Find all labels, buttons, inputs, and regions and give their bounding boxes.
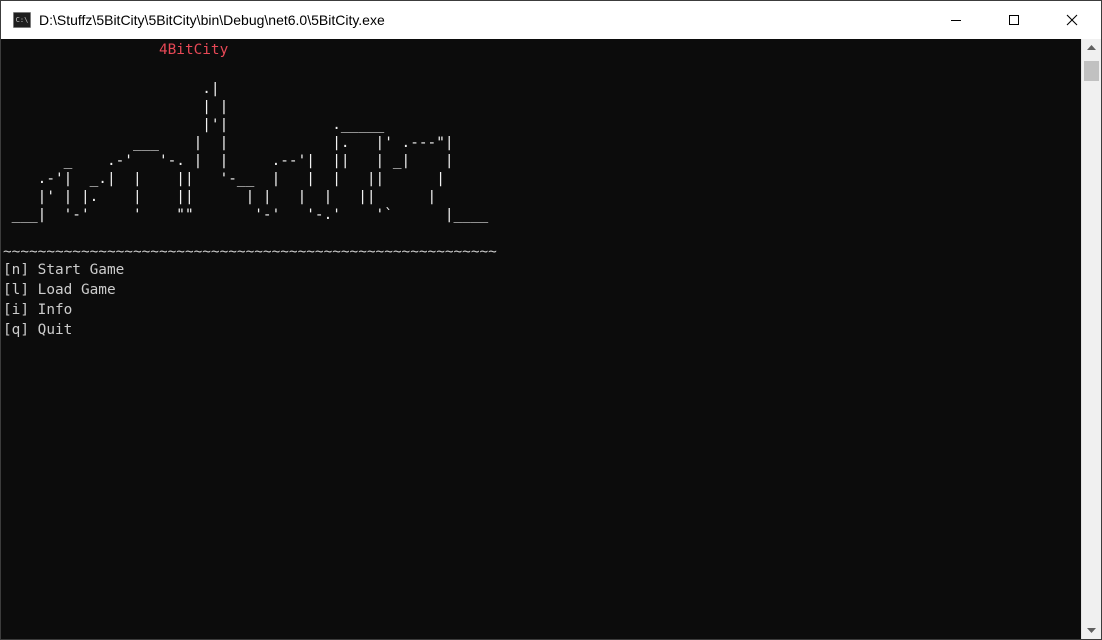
scroll-up-arrow-icon <box>1087 44 1096 50</box>
minimize-icon <box>951 20 961 21</box>
skyline-row: |'| ._____ <box>3 117 385 133</box>
vertical-scrollbar[interactable] <box>1081 39 1101 639</box>
console-window: C:\ D:\Stuffz\5BitCity\5BitCity\bin\Debu… <box>0 0 1102 640</box>
close-icon <box>1066 14 1078 26</box>
skyline-row: _ .-' '-. | | .--'| || | _| | <box>3 153 454 169</box>
minimize-button[interactable] <box>927 1 985 39</box>
skyline-ascii-art: .| | | |'| ._____ ___ | | |. |' .---"| _… <box>3 80 489 224</box>
close-button[interactable] <box>1043 1 1101 39</box>
scroll-down-arrow-icon <box>1087 627 1096 633</box>
game-title: 4BitCity <box>3 40 228 60</box>
skyline-row: ___ | | |. |' .---"| <box>3 135 454 151</box>
scroll-thumb[interactable] <box>1084 61 1099 81</box>
console-app-icon: C:\ <box>13 12 31 28</box>
console-output[interactable]: 4BitCity .| | | |'| ._____ ___ | | |. |'… <box>1 39 1082 639</box>
scroll-down-button[interactable] <box>1082 622 1101 639</box>
menu-item-info[interactable]: [i] Info <box>3 300 124 320</box>
skyline-row: | | <box>3 99 229 115</box>
maximize-button[interactable] <box>985 1 1043 39</box>
skyline-row: ___| '-' ' "" '-' '-.' '` |____ <box>3 207 489 223</box>
menu-item-load-game[interactable]: [l] Load Game <box>3 280 124 300</box>
main-menu: [n] Start Game [l] Load Game [i] Info [q… <box>3 260 124 340</box>
title-bar[interactable]: C:\ D:\Stuffz\5BitCity\5BitCity\bin\Debu… <box>1 1 1101 39</box>
scroll-up-button[interactable] <box>1082 39 1101 56</box>
menu-item-quit[interactable]: [q] Quit <box>3 320 124 340</box>
game-title-text: 4BitCity <box>158 42 229 58</box>
caption-buttons <box>927 1 1101 39</box>
skyline-row: .| <box>3 81 220 97</box>
window-title: D:\Stuffz\5BitCity\5BitCity\bin\Debug\ne… <box>39 12 385 28</box>
menu-item-start-game[interactable]: [n] Start Game <box>3 260 124 280</box>
water-line: ~~~~~~~~~~~~~~~~~~~~~~~~~~~~~~~~~~~~~~~~… <box>3 244 497 260</box>
skyline-row: .-'| _.| | || '-__ | | | || | <box>3 171 445 187</box>
skyline-row: |' | |. | || | | | | || | <box>3 189 437 205</box>
maximize-icon <box>1009 15 1019 25</box>
